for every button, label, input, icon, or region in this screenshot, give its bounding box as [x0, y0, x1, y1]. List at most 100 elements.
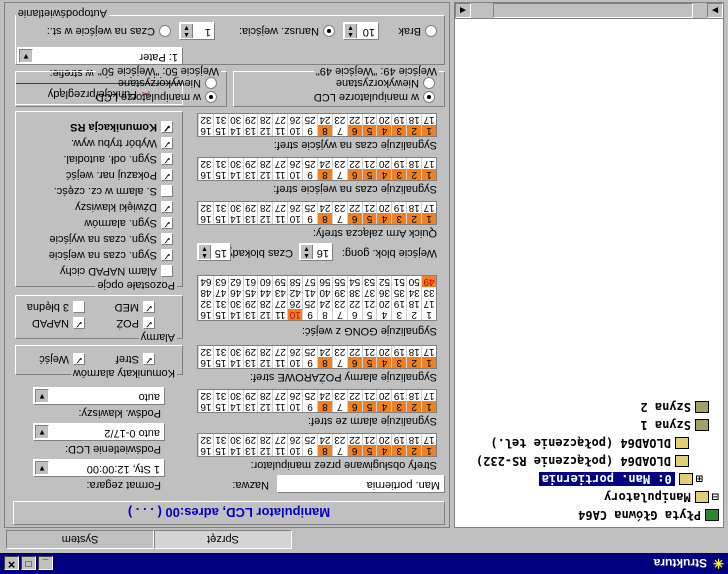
- grid-cell[interactable]: 30: [227, 114, 243, 125]
- grid-cell[interactable]: 17: [421, 114, 436, 125]
- grid-cell[interactable]: 7: [331, 125, 347, 136]
- grid-cell[interactable]: 7: [331, 309, 347, 320]
- grid-cell[interactable]: 31: [212, 434, 228, 445]
- grid-cell[interactable]: 8: [317, 309, 332, 320]
- grid-cell[interactable]: 42: [287, 287, 303, 298]
- grid-cell[interactable]: 23: [331, 114, 347, 125]
- input50-lcd-radio[interactable]: w manipulatorze LCD: [96, 91, 217, 103]
- grid-cell[interactable]: 29: [242, 434, 258, 445]
- grid-cell[interactable]: 10: [287, 125, 303, 136]
- grid-cell[interactable]: 26: [287, 114, 303, 125]
- grid-cell[interactable]: 32: [198, 202, 213, 213]
- grid-cell[interactable]: 28: [257, 158, 273, 169]
- grid-cell[interactable]: 36: [376, 287, 392, 298]
- grid-cell[interactable]: 13: [242, 357, 258, 368]
- grid-cell[interactable]: 6: [346, 213, 362, 224]
- grid-cell[interactable]: 11: [272, 125, 288, 136]
- grid-cell[interactable]: 15: [212, 213, 228, 224]
- grid-cell[interactable]: 19: [391, 158, 407, 169]
- spin-arrows-icon[interactable]: ▲ ▼: [199, 245, 211, 259]
- grid-cell[interactable]: 56: [317, 276, 332, 287]
- grid-cell[interactable]: 20: [376, 390, 392, 401]
- grid-cell[interactable]: 19: [391, 298, 407, 309]
- grid-cell[interactable]: 51: [391, 276, 407, 287]
- grid-cell[interactable]: 2: [406, 213, 422, 224]
- tree-item-dload-rs[interactable]: DLOAD64 (połączenie RS-232): [476, 453, 689, 469]
- maximize-button[interactable]: □: [21, 556, 36, 571]
- grid-cell[interactable]: 5: [361, 213, 377, 224]
- grid-cell[interactable]: 4: [376, 125, 392, 136]
- tree-manipulators[interactable]: ⊟ Manipulatory: [604, 489, 719, 505]
- opt-keys-checkbox[interactable]: ✓ Dźwięki klawiszy: [75, 201, 173, 213]
- grid-cell[interactable]: 46: [227, 287, 243, 298]
- grid-cell[interactable]: 19: [391, 202, 407, 213]
- grid-cell[interactable]: 9: [302, 401, 317, 412]
- dropdown-arrow-icon[interactable]: ▼: [35, 461, 49, 475]
- grid-cell[interactable]: 64: [198, 276, 213, 287]
- grid-cell[interactable]: 16: [198, 213, 213, 224]
- quick-arm-grid[interactable]: 1 2 3 4 5 6 7 8 9 10 11 12 13 14 15 16 17 18 19 20 21 22 23 24 2…: [197, 201, 437, 225]
- grid-cell[interactable]: 18: [406, 298, 422, 309]
- grid-cell[interactable]: 14: [227, 309, 243, 320]
- tree-root[interactable]: Płyta Główna CA64: [578, 507, 719, 523]
- opt-cz-checkbox[interactable]: S. alarm w cz. częśc.: [54, 185, 173, 197]
- grid-cell[interactable]: 30: [227, 434, 243, 445]
- grid-cell[interactable]: 3: [391, 213, 407, 224]
- grid-cell[interactable]: 31: [212, 158, 228, 169]
- grid-cell[interactable]: 9: [302, 125, 317, 136]
- grid-cell[interactable]: 27: [272, 298, 288, 309]
- grid-cell[interactable]: 21: [361, 158, 377, 169]
- grid-cell[interactable]: 23: [331, 298, 347, 309]
- grid-cell[interactable]: 2: [406, 169, 422, 180]
- violation-radio[interactable]: Narusz. wejścia:: [239, 25, 335, 37]
- grid-cell[interactable]: 11: [272, 401, 288, 412]
- poz-checkbox[interactable]: ✓ POŻ: [116, 317, 155, 329]
- grid-cell[interactable]: 1: [421, 213, 436, 224]
- grid-cell[interactable]: 24: [317, 390, 332, 401]
- grid-cell[interactable]: 31: [212, 298, 228, 309]
- grid-cell[interactable]: 45: [242, 287, 258, 298]
- expand-icon[interactable]: ⊞: [696, 472, 703, 486]
- grid-cell[interactable]: 1: [421, 125, 436, 136]
- tree-bus-2[interactable]: Szyna 2: [640, 399, 709, 415]
- grid-cell[interactable]: 14: [227, 125, 243, 136]
- grid-cell[interactable]: 25: [302, 114, 317, 125]
- grid-cell[interactable]: 35: [391, 287, 407, 298]
- input49-unused-radio[interactable]: Niewykorzystane: [336, 77, 435, 89]
- grid-cell[interactable]: 27: [272, 390, 288, 401]
- grid-cell[interactable]: 29: [242, 114, 258, 125]
- grid-cell[interactable]: 24: [317, 298, 332, 309]
- grid-cell[interactable]: 2: [406, 125, 422, 136]
- grid-cell[interactable]: 17: [421, 158, 436, 169]
- grid-cell[interactable]: 3: [391, 445, 407, 456]
- close-button[interactable]: ✕: [4, 556, 19, 571]
- grid-cell[interactable]: 18: [406, 158, 422, 169]
- grid-cell[interactable]: 11: [272, 309, 288, 320]
- grid-cell[interactable]: 32: [198, 346, 213, 357]
- gong-grid[interactable]: 1 2 3 4 5 6 7 8 9 10 11 12 13 14 15 16 17 18 19 20 21 22 23 24 2…: [197, 275, 437, 321]
- grid-cell[interactable]: 17: [421, 346, 436, 357]
- grid-cell[interactable]: 29: [242, 390, 258, 401]
- grid-cell[interactable]: 8: [317, 445, 332, 456]
- grid-cell[interactable]: 28: [257, 346, 273, 357]
- grid-cell[interactable]: 31: [212, 114, 228, 125]
- grid-cell[interactable]: 29: [242, 298, 258, 309]
- grid-cell[interactable]: 4: [376, 169, 392, 180]
- grid-cell[interactable]: 28: [257, 390, 273, 401]
- grid-cell[interactable]: 16: [198, 169, 213, 180]
- grid-cell[interactable]: 32: [198, 434, 213, 445]
- exit-time-grid[interactable]: 1 2 3 4 5 6 7 8 9 10 11 12 13 14 15 16 17 18 19 20 21 22 23 24 2…: [197, 113, 437, 137]
- grid-cell[interactable]: 10: [287, 357, 303, 368]
- opt-mode-checkbox[interactable]: ✓ Wybór trybu wyw.: [71, 137, 173, 149]
- grid-cell[interactable]: 34: [406, 287, 422, 298]
- opt-entry-checkbox[interactable]: ✓ Sygn. czas na wejście: [49, 249, 173, 261]
- time-on-radio[interactable]: Czas na wejście w st.:: [47, 25, 171, 37]
- grid-cell[interactable]: 32: [198, 158, 213, 169]
- grid-cell[interactable]: 21: [361, 346, 377, 357]
- grid-cell[interactable]: 26: [287, 202, 303, 213]
- grid-cell[interactable]: 15: [212, 309, 228, 320]
- wejsc-checkbox[interactable]: ✓ Wejść: [39, 353, 85, 365]
- grid-cell[interactable]: 28: [257, 202, 273, 213]
- grid-cell[interactable]: 48: [198, 287, 213, 298]
- opt-exit-checkbox[interactable]: ✓ Sygn. czas na wyjście: [49, 233, 173, 245]
